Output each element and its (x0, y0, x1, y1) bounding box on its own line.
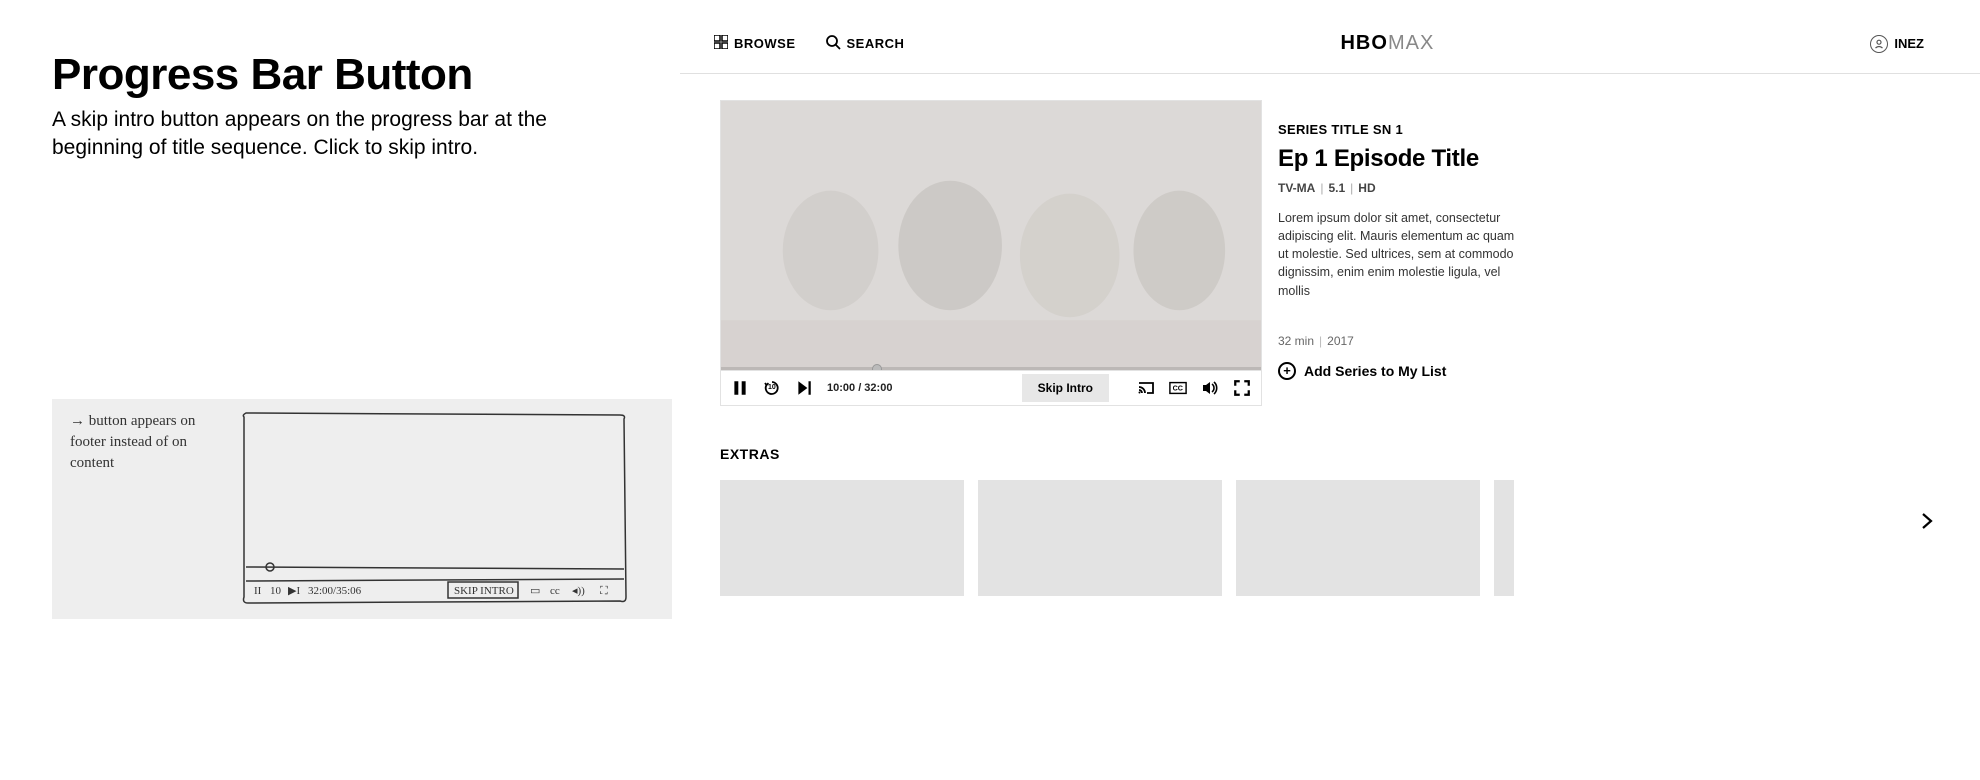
quality-badge: HD (1358, 181, 1375, 195)
svg-text:10: 10 (270, 585, 282, 597)
next-episode-icon[interactable] (795, 379, 813, 397)
user-menu[interactable]: INEZ (1870, 35, 1924, 53)
audio-badge: 5.1 (1328, 181, 1345, 195)
sketch-panel: → button appears on footer instead of on… (52, 399, 672, 619)
skip-intro-button[interactable]: Skip Intro (1022, 374, 1109, 402)
svg-text:II: II (254, 585, 262, 597)
svg-text:▭: ▭ (530, 585, 540, 597)
episode-title: Ep 1 Episode Title (1278, 145, 1528, 173)
extras-carousel (720, 480, 1980, 596)
nav-search-label: SEARCH (847, 36, 905, 51)
progress-playhead[interactable] (872, 364, 882, 370)
sketch-annotation: → button appears on footer instead of on… (70, 411, 220, 474)
video-frame (721, 101, 1261, 370)
avatar-icon (1870, 35, 1888, 53)
time-display: 10:00 / 32:00 (827, 382, 892, 394)
svg-text:cc: cc (550, 585, 560, 597)
rating-badge: TV-MA (1278, 181, 1315, 195)
svg-text:CC: CC (1173, 384, 1183, 393)
player-controls: 10 10:00 / 32:00 Skip Intro CC (720, 370, 1262, 406)
svg-text:⛶: ⛶ (600, 585, 608, 597)
sketch-wireframe: II 10 ▶I 32:00/35:06 SKIP INTRO ▭ cc ◂))… (240, 409, 630, 609)
chevron-right-icon (1918, 512, 1936, 530)
extras-section: EXTRAS (680, 406, 1980, 596)
spec-left-column: Progress Bar Button A skip intro button … (0, 0, 680, 780)
spec-title: Progress Bar Button (52, 50, 680, 100)
nav-browse-label: BROWSE (734, 36, 796, 51)
svg-text:◂)): ◂)) (572, 585, 585, 597)
volume-icon[interactable] (1201, 379, 1219, 397)
extra-card[interactable] (1494, 480, 1514, 596)
svg-text:32:00/35:06: 32:00/35:06 (308, 585, 362, 597)
video-player[interactable] (720, 100, 1262, 370)
extra-card[interactable] (978, 480, 1222, 596)
app-preview: BROWSE SEARCH HBOMAX INEZ (680, 0, 1980, 780)
nav-browse[interactable]: BROWSE (714, 35, 796, 52)
search-icon (826, 35, 841, 53)
extra-card[interactable] (720, 480, 964, 596)
episode-meta: SERIES TITLE SN 1 Ep 1 Episode Title TV-… (1278, 100, 1528, 406)
extra-card[interactable] (1236, 480, 1480, 596)
nav-search[interactable]: SEARCH (826, 35, 905, 53)
grid-icon (714, 35, 728, 52)
runtime-info: 32 min|2017 (1278, 334, 1528, 348)
episode-description: Lorem ipsum dolor sit amet, consectetur … (1278, 209, 1528, 300)
plus-circle-icon: + (1278, 362, 1296, 380)
svg-text:SKIP INTRO: SKIP INTRO (454, 585, 514, 597)
rewind-10-icon[interactable]: 10 (763, 379, 781, 397)
series-label: SERIES TITLE SN 1 (1278, 122, 1528, 137)
cc-icon[interactable]: CC (1169, 379, 1187, 397)
svg-text:▶I: ▶I (288, 585, 300, 597)
fullscreen-icon[interactable] (1233, 379, 1251, 397)
extras-title: EXTRAS (720, 446, 1980, 462)
add-to-list-button[interactable]: + Add Series to My List (1278, 362, 1528, 380)
add-to-list-label: Add Series to My List (1304, 363, 1446, 379)
spec-subtitle: A skip intro button appears on the progr… (52, 106, 592, 163)
pause-icon[interactable] (731, 379, 749, 397)
carousel-next-button[interactable] (1914, 508, 1940, 534)
content-badges: TV-MA|5.1|HD (1278, 181, 1528, 195)
brand-logo[interactable]: HBOMAX (904, 32, 1870, 55)
cast-icon[interactable] (1137, 379, 1155, 397)
progress-track[interactable] (721, 367, 1261, 370)
top-nav: BROWSE SEARCH HBOMAX INEZ (680, 32, 1980, 74)
user-name: INEZ (1894, 36, 1924, 51)
